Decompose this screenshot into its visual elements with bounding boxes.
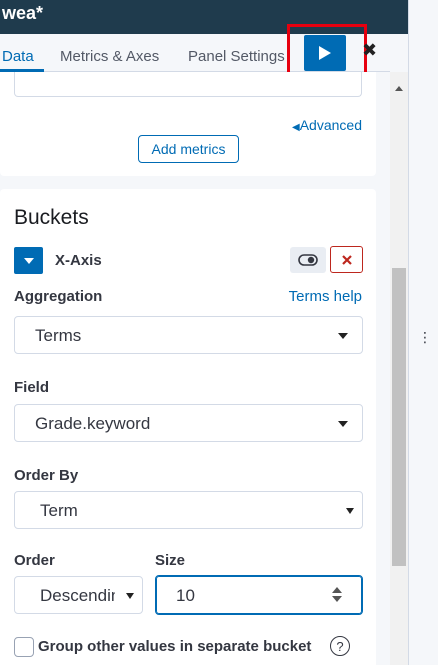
remove-agg-button[interactable]: [330, 246, 363, 273]
side-panel-strip: ⋮: [408, 0, 438, 665]
aggregation-value: Terms: [35, 326, 82, 345]
caret-down-icon: [338, 421, 348, 427]
metric-field-stub[interactable]: [14, 72, 362, 97]
order-select[interactable]: Descending: [14, 576, 143, 614]
caret-down-icon: [346, 508, 354, 514]
metrics-panel: ◀Advanced Add metrics: [0, 72, 376, 176]
collapse-agg-button[interactable]: [14, 247, 43, 274]
other-bucket-checkbox[interactable]: [14, 637, 34, 657]
order-by-label: Order By: [14, 467, 79, 484]
buckets-panel: Buckets X-Axis Aggregation Terms help Te…: [0, 189, 376, 665]
terms-help-link[interactable]: Terms help: [289, 288, 362, 305]
caret-down-icon: [338, 333, 348, 339]
scroll-up-arrow-icon[interactable]: [395, 86, 403, 91]
buckets-title: Buckets: [14, 206, 89, 229]
caret-left-icon: ◀: [292, 122, 300, 133]
field-value: Grade.keyword: [35, 414, 151, 433]
size-value: 10: [176, 586, 195, 605]
size-input[interactable]: 10: [155, 575, 363, 615]
scrollbar-thumb[interactable]: [392, 268, 406, 566]
tab-data[interactable]: Data: [2, 48, 34, 65]
close-icon[interactable]: ✖: [362, 40, 377, 61]
advanced-toggle-link[interactable]: ◀Advanced: [292, 117, 362, 133]
field-label: Field: [14, 379, 50, 396]
order-by-select[interactable]: Term: [14, 491, 363, 529]
other-bucket-label[interactable]: Group other values in separate bucket: [38, 638, 311, 655]
aggregation-select[interactable]: Terms: [14, 316, 363, 354]
question-circle-icon[interactable]: ?: [330, 636, 350, 656]
caret-down-icon: [126, 593, 134, 599]
window-title: wea*: [2, 3, 44, 23]
order-by-value: Term: [40, 501, 78, 520]
size-label: Size: [155, 552, 186, 569]
tab-metrics-axes[interactable]: Metrics & Axes: [60, 48, 159, 65]
order-value: Descending: [40, 586, 115, 605]
add-metrics-button[interactable]: Add metrics: [138, 135, 239, 163]
toggle-agg-button[interactable]: [290, 247, 326, 273]
tab-panel-settings[interactable]: Panel Settings: [188, 48, 285, 65]
toggle-icon: [298, 254, 318, 266]
agg-title: X-Axis: [55, 252, 102, 269]
number-spinner-icon[interactable]: [332, 587, 342, 603]
more-options-icon[interactable]: ⋮: [418, 330, 432, 344]
order-label: Order: [14, 552, 55, 569]
remove-icon: [341, 254, 352, 265]
field-select[interactable]: Grade.keyword: [14, 404, 363, 442]
chevron-down-icon: [23, 257, 34, 264]
aggregation-label: Aggregation: [14, 288, 103, 305]
